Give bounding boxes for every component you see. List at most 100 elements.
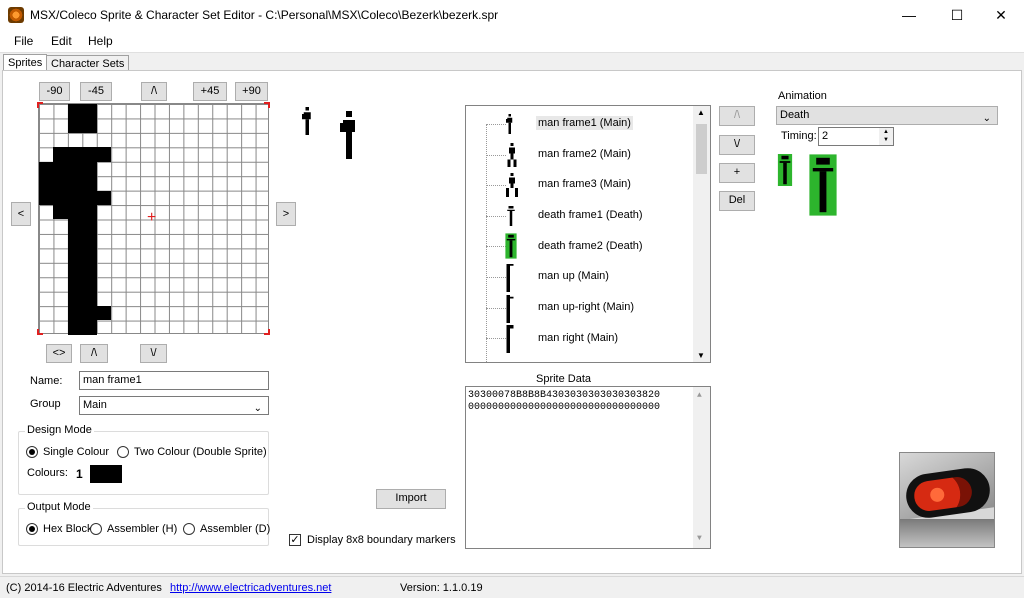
tree-line xyxy=(486,155,506,156)
single-colour-radio[interactable] xyxy=(26,446,38,458)
flip-horizontal-button[interactable]: <> xyxy=(46,344,72,363)
sprite-edit-grid[interactable]: + xyxy=(37,102,270,335)
tree-line xyxy=(486,124,506,125)
animation-preview-large xyxy=(809,154,837,216)
title-bar: MSX/Coleco Sprite & Character Set Editor… xyxy=(0,0,1024,30)
pixel-block xyxy=(97,306,111,320)
boundary-marker xyxy=(264,102,270,108)
list-item[interactable]: man frame1 (Main) xyxy=(536,116,633,130)
list-scrollbar[interactable]: ▲ ▼ xyxy=(693,106,710,362)
boundary-markers-checkbox[interactable]: ✓ xyxy=(289,534,301,546)
scroll-up-icon[interactable]: ▲ xyxy=(697,390,702,402)
design-mode-group xyxy=(18,431,269,495)
sprite-thumb xyxy=(507,206,515,226)
timing-spinner[interactable]: ▲ ▼ xyxy=(879,128,893,145)
list-item[interactable]: man right (Main) xyxy=(538,332,618,344)
scroll-up-icon[interactable]: ▲ xyxy=(697,108,705,117)
boundary-marker xyxy=(264,329,270,335)
sprite-thumb xyxy=(505,233,517,259)
minimize-button[interactable]: — xyxy=(886,0,932,30)
tree-line xyxy=(486,216,506,217)
sprite-preview-large xyxy=(340,111,355,159)
window-title: MSX/Coleco Sprite & Character Set Editor… xyxy=(30,8,499,22)
status-bar: (C) 2014-16 Electric Adventures http://w… xyxy=(0,576,1024,598)
maximize-button[interactable]: ☐ xyxy=(934,0,980,30)
sprite-thumb xyxy=(506,295,514,323)
boundary-marker xyxy=(37,102,43,108)
boundary-marker xyxy=(37,329,43,335)
hex-block-radio[interactable] xyxy=(26,523,38,535)
move-up-button[interactable]: /\ xyxy=(719,106,755,126)
app-icon[interactable] xyxy=(8,7,24,23)
add-sprite-button[interactable]: + xyxy=(719,163,755,183)
version-text: Version: 1.1.0.19 xyxy=(400,582,483,594)
menu-file[interactable]: File xyxy=(14,34,33,48)
rotate-minus45-button[interactable]: -45 xyxy=(80,82,112,101)
hex-block-label: Hex Block xyxy=(43,523,93,535)
tree-line xyxy=(486,308,506,309)
sprite-data-textarea[interactable]: 30300078B8B8B4303030303030303820 0000000… xyxy=(465,386,711,549)
assembler-d-radio[interactable] xyxy=(183,523,195,535)
tree-line xyxy=(486,246,506,247)
sprite-thumb xyxy=(506,264,514,292)
close-button[interactable]: ✕ xyxy=(978,0,1024,30)
animation-label: Animation xyxy=(778,90,827,102)
flip-up-button[interactable]: /\ xyxy=(80,344,108,363)
pixel-block xyxy=(68,205,97,335)
pixel-block xyxy=(53,147,111,162)
tree-line xyxy=(486,277,506,278)
tree-line xyxy=(486,338,506,339)
assembler-d-label: Assembler (D) xyxy=(200,523,271,535)
shift-up-button[interactable]: /\ xyxy=(141,82,167,101)
assembler-h-label: Assembler (H) xyxy=(107,523,178,535)
shift-left-button[interactable]: < xyxy=(11,202,31,226)
two-colour-label: Two Colour (Double Sprite) xyxy=(134,446,267,458)
scroll-down-icon[interactable]: ▼ xyxy=(697,533,702,545)
colour-swatch[interactable] xyxy=(90,465,122,483)
timing-value: 2 xyxy=(822,130,829,142)
chevron-down-icon: ⌄ xyxy=(253,403,262,414)
sprite-thumb xyxy=(506,325,514,353)
textarea-scrollbar[interactable]: ▲ ▼ xyxy=(693,387,710,548)
sprite-data-line: 30300078B8B8B4303030303030303820 xyxy=(468,390,661,401)
timing-input[interactable]: 2 ▲ ▼ xyxy=(818,127,894,146)
import-button[interactable]: Import xyxy=(376,489,446,509)
tree-line xyxy=(486,185,506,186)
move-down-button[interactable]: \/ xyxy=(719,135,755,155)
animation-select[interactable]: Death ⌄ xyxy=(776,106,998,125)
menu-help[interactable]: Help xyxy=(88,34,113,48)
list-item[interactable]: death frame1 (Death) xyxy=(538,209,643,221)
shift-right-button[interactable]: > xyxy=(276,202,296,226)
list-item[interactable]: man up (Main) xyxy=(538,270,609,282)
two-colour-radio[interactable] xyxy=(117,446,129,458)
rotate-plus90-button[interactable]: +90 xyxy=(235,82,268,101)
assembler-h-radio[interactable] xyxy=(90,523,102,535)
list-item[interactable]: man frame3 (Main) xyxy=(538,178,631,190)
list-item[interactable]: death frame2 (Death) xyxy=(538,240,643,252)
name-input[interactable]: man frame1 xyxy=(79,371,269,390)
list-item[interactable]: man frame2 (Main) xyxy=(538,148,631,160)
scroll-thumb[interactable] xyxy=(696,124,707,174)
boundary-markers-label: Display 8x8 boundary markers xyxy=(307,534,456,546)
animation-value: Death xyxy=(780,109,810,121)
sprite-list[interactable]: man frame1 (Main) man frame2 (Main) man … xyxy=(465,105,711,363)
list-item[interactable]: man up-right (Main) xyxy=(538,301,634,313)
scroll-down-icon[interactable]: ▼ xyxy=(697,351,705,360)
flip-down-button[interactable]: \/ xyxy=(140,344,167,363)
sprite-data-line: 00000000000000000000000000000000 xyxy=(468,402,661,413)
timing-label: Timing: xyxy=(781,130,817,142)
colours-label: Colours: xyxy=(27,467,68,479)
pixel-block xyxy=(39,191,111,205)
animation-preview-small xyxy=(777,154,793,186)
rotate-minus90-button[interactable]: -90 xyxy=(39,82,70,101)
chevron-down-icon: ⌄ xyxy=(982,113,991,124)
website-link[interactable]: http://www.electricadventures.net xyxy=(170,582,331,594)
rotate-plus45-button[interactable]: +45 xyxy=(193,82,227,101)
pixel-block xyxy=(53,205,68,219)
group-select[interactable]: Main ⌄ xyxy=(79,396,269,415)
group-value: Main xyxy=(83,399,107,411)
delete-sprite-button[interactable]: Del xyxy=(719,191,755,211)
menu-edit[interactable]: Edit xyxy=(51,34,72,48)
pixel-block xyxy=(68,104,97,133)
sprite-thumb xyxy=(506,114,513,134)
